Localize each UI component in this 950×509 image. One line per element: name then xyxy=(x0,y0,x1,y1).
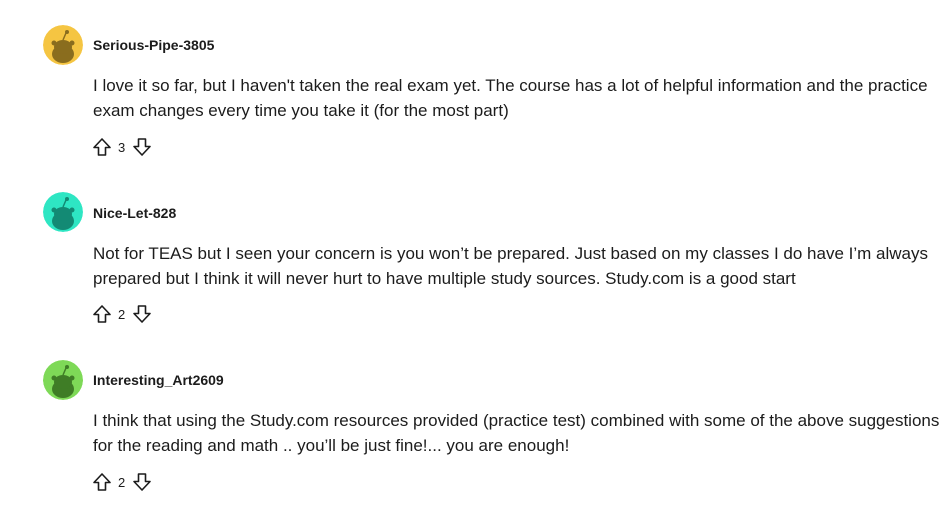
downvote-button[interactable] xyxy=(131,303,153,325)
vote-bar: 2 xyxy=(91,303,153,325)
avatar[interactable] xyxy=(43,360,83,400)
snoo-avatar-icon xyxy=(43,192,83,232)
vote-bar: 3 xyxy=(91,136,153,158)
vote-bar: 2 xyxy=(91,471,153,493)
comment-body: I think that using the Study.com resourc… xyxy=(93,411,940,455)
comment-body: I love it so far, but I haven't taken th… xyxy=(93,76,928,120)
downvote-button[interactable] xyxy=(131,136,153,158)
upvote-arrow-icon xyxy=(93,138,111,156)
username[interactable]: Nice-Let-828 xyxy=(93,205,176,221)
snoo-avatar-icon xyxy=(43,360,83,400)
username[interactable]: Interesting_Art2609 xyxy=(93,372,224,388)
avatar[interactable] xyxy=(43,25,83,65)
downvote-arrow-icon xyxy=(133,473,152,491)
upvote-arrow-icon xyxy=(93,305,111,323)
downvote-button[interactable] xyxy=(131,471,153,493)
snoo-avatar-icon xyxy=(43,25,83,65)
upvote-button[interactable] xyxy=(91,136,113,158)
vote-count: 2 xyxy=(118,474,126,490)
upvote-button[interactable] xyxy=(91,303,113,325)
upvote-button[interactable] xyxy=(91,471,113,493)
downvote-arrow-icon xyxy=(133,138,152,156)
username[interactable]: Serious-Pipe-3805 xyxy=(93,37,214,53)
vote-count: 3 xyxy=(118,139,126,155)
avatar[interactable] xyxy=(43,192,83,232)
downvote-arrow-icon xyxy=(133,305,152,323)
upvote-arrow-icon xyxy=(93,473,111,491)
vote-count: 2 xyxy=(118,306,126,322)
comment-body: Not for TEAS but I seen your concern is … xyxy=(93,244,928,288)
